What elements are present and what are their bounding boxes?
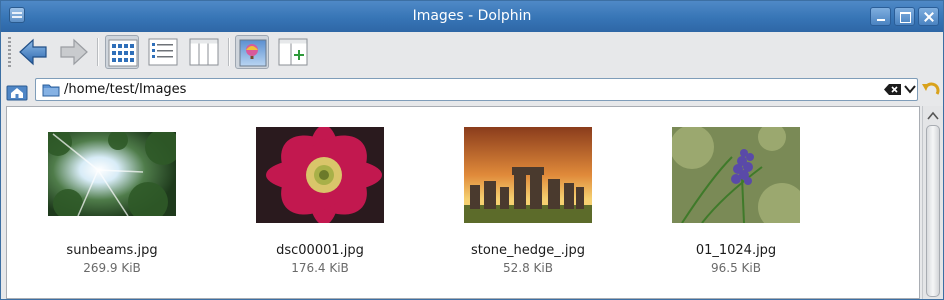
- file-size: 176.4 KiB: [291, 261, 349, 275]
- back-button[interactable]: [16, 35, 50, 69]
- file-thumbnail: [48, 132, 176, 216]
- file-name: stone_hedge_.jpg: [470, 243, 586, 258]
- maximize-button[interactable]: [894, 7, 915, 26]
- details-view-button[interactable]: [146, 35, 180, 69]
- home-button[interactable]: [5, 80, 29, 102]
- columns-view-icon: [189, 38, 219, 66]
- file-name: dsc00001.jpg: [276, 243, 364, 258]
- toolbar-separator: [228, 38, 230, 66]
- columns-view-button[interactable]: [187, 35, 221, 69]
- split-view-button[interactable]: [276, 35, 310, 69]
- file-item[interactable]: 01_1024.jpg 96.5 KiB: [661, 107, 811, 297]
- dolphin-window: Images - Dolphin /home/test/Images sunbe…: [0, 0, 944, 300]
- main-toolbar: [1, 32, 943, 74]
- vertical-scrollbar[interactable]: [922, 106, 943, 299]
- preview-button[interactable]: [235, 35, 269, 69]
- file-item[interactable]: stone_hedge_.jpg 52.8 KiB: [453, 107, 603, 297]
- scrollbar-thumb[interactable]: [926, 125, 940, 297]
- file-item[interactable]: dsc00001.jpg 176.4 KiB: [245, 107, 395, 297]
- split-view-icon: [278, 38, 308, 66]
- file-view[interactable]: sunbeams.jpg 269.9 KiB dsc00001.jpg 176.…: [6, 106, 920, 299]
- file-size: 96.5 KiB: [711, 261, 761, 275]
- close-button[interactable]: [918, 7, 939, 26]
- home-icon: [6, 85, 28, 101]
- chevron-down-icon[interactable]: [904, 82, 916, 96]
- file-thumbnail: [464, 127, 592, 223]
- file-name: 01_1024.jpg: [695, 243, 777, 258]
- folder-icon: [42, 84, 60, 97]
- file-item[interactable]: sunbeams.jpg 269.9 KiB: [37, 107, 187, 297]
- file-size: 52.8 KiB: [503, 261, 553, 275]
- title-bar[interactable]: Images - Dolphin: [1, 1, 943, 32]
- toolbar-grip[interactable]: [8, 37, 11, 67]
- file-size: 269.9 KiB: [83, 261, 141, 275]
- location-bar: /home/test/Images: [1, 74, 943, 104]
- location-path: /home/test/Images: [64, 82, 187, 97]
- icons-view-icon: [108, 39, 138, 67]
- file-thumbnail: [672, 127, 800, 223]
- back-arrow-icon: [19, 38, 47, 66]
- clear-location-icon[interactable]: [884, 83, 902, 96]
- undo-icon[interactable]: [921, 80, 941, 100]
- minimize-button[interactable]: [870, 7, 891, 26]
- location-input[interactable]: /home/test/Images: [35, 78, 918, 101]
- file-name: sunbeams.jpg: [66, 243, 158, 258]
- window-title: Images - Dolphin: [412, 8, 532, 24]
- toolbar-separator: [97, 38, 99, 66]
- preview-icon: [239, 39, 267, 67]
- file-thumbnail: [256, 127, 384, 223]
- scroll-up-icon[interactable]: [926, 109, 940, 123]
- forward-button[interactable]: [57, 35, 91, 69]
- forward-arrow-icon: [60, 38, 88, 66]
- details-view-icon: [148, 38, 178, 66]
- icons-view-button[interactable]: [105, 35, 139, 69]
